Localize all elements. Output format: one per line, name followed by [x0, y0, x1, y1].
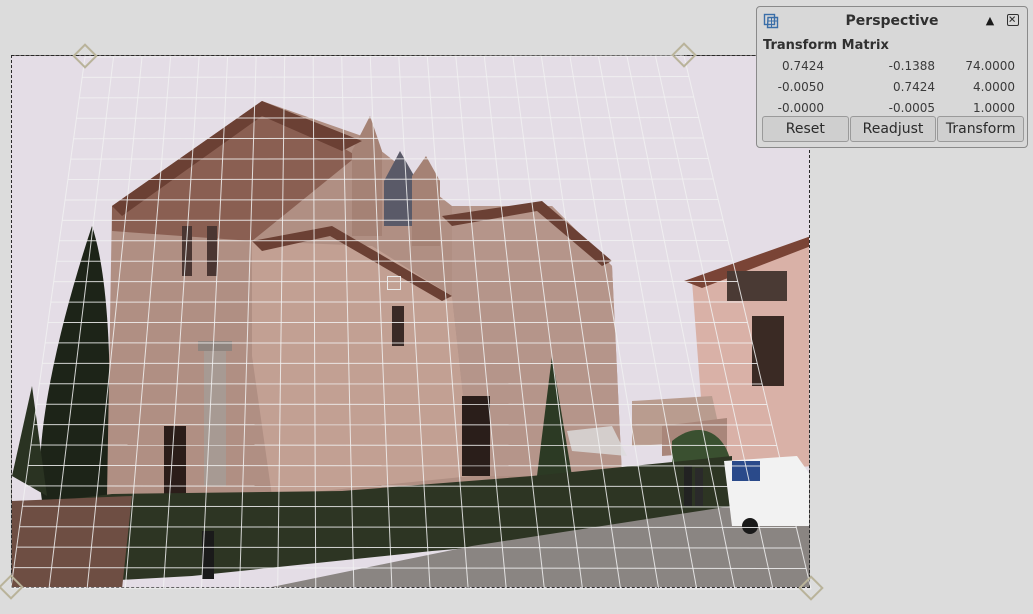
matrix-cell: -0.1388: [888, 59, 935, 73]
matrix-cell: -0.0050: [777, 80, 824, 94]
dialog-header: Perspective ▲: [757, 7, 1027, 35]
readjust-button[interactable]: Readjust: [849, 116, 937, 142]
collapse-arrow-icon[interactable]: ▲: [983, 14, 997, 28]
transform-matrix-heading: Transform Matrix: [763, 38, 889, 53]
matrix-row: 0.7424 -0.1388 74.0000: [757, 57, 1029, 78]
matrix-cell: 0.7424: [782, 59, 824, 73]
close-icon[interactable]: [1007, 14, 1019, 26]
perspective-dialog: Perspective ▲ Transform Matrix 0.7424 -0…: [756, 6, 1028, 148]
matrix-cell: -0.0000: [777, 101, 824, 115]
matrix-cell: 1.0000: [973, 101, 1015, 115]
transform-matrix: 0.7424 -0.1388 74.0000 -0.0050 0.7424 4.…: [757, 57, 1029, 120]
transform-button[interactable]: Transform: [937, 116, 1025, 142]
grid-line: [10, 587, 812, 590]
center-pivot-handle[interactable]: [387, 276, 401, 290]
matrix-row: -0.0050 0.7424 4.0000: [757, 78, 1029, 99]
matrix-cell: 74.0000: [965, 59, 1015, 73]
matrix-cell: 0.7424: [893, 80, 935, 94]
reset-button[interactable]: Reset: [762, 116, 849, 142]
dialog-button-row: Reset Readjust Transform: [762, 116, 1025, 142]
image-canvas[interactable]: [11, 55, 810, 588]
photo-scene: [12, 56, 809, 587]
matrix-cell: -0.0005: [888, 101, 935, 115]
matrix-cell: 4.0000: [973, 80, 1015, 94]
